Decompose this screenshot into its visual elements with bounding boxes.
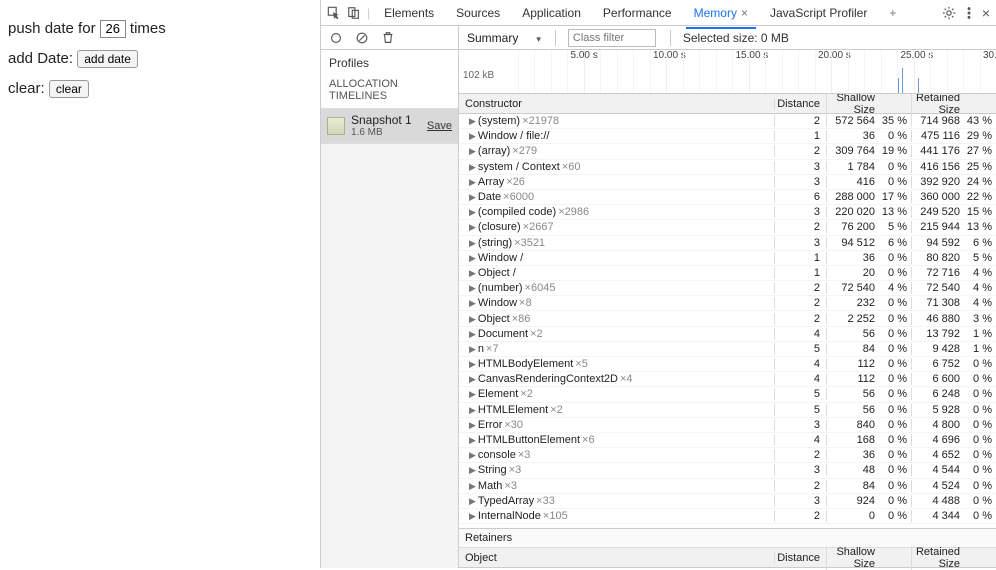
expand-icon[interactable]: ▶ bbox=[469, 374, 476, 384]
expand-icon[interactable]: ▶ bbox=[469, 314, 476, 324]
expand-icon[interactable]: ▶ bbox=[469, 131, 476, 141]
tab-performance[interactable]: Performance bbox=[595, 2, 680, 24]
expand-icon[interactable]: ▶ bbox=[469, 207, 476, 217]
retainers-col-shallow[interactable]: Shallow Size bbox=[826, 546, 911, 570]
tab-elements[interactable]: Elements bbox=[376, 2, 442, 24]
expand-icon[interactable]: ▶ bbox=[469, 465, 476, 475]
push-label-post: times bbox=[130, 20, 166, 37]
expand-icon[interactable]: ▶ bbox=[469, 268, 476, 278]
expand-icon[interactable]: ▶ bbox=[469, 298, 476, 308]
selected-size-label: Selected size: 0 MB bbox=[677, 31, 795, 45]
add-tab-button[interactable]: + bbox=[881, 2, 904, 24]
devtools-tabbar: | Elements Sources Application Performan… bbox=[321, 0, 996, 26]
table-row[interactable]: ▶Element×25560 %6 2480 % bbox=[459, 387, 996, 402]
expand-icon[interactable]: ▶ bbox=[469, 329, 476, 339]
table-row[interactable]: ▶Object /1200 %72 7164 % bbox=[459, 266, 996, 281]
gear-icon[interactable] bbox=[942, 6, 956, 20]
timeline-overview[interactable]: 102 kB 5.00 s10.00 s15.00 s20.00 s25.00 … bbox=[459, 50, 996, 94]
expand-icon[interactable]: ▶ bbox=[469, 481, 476, 491]
snapshot-item[interactable]: Snapshot 1 1.6 MB Save bbox=[321, 109, 458, 144]
expand-icon[interactable]: ▶ bbox=[469, 344, 476, 354]
add-date-button[interactable]: add date bbox=[77, 50, 138, 68]
expand-icon[interactable]: ▶ bbox=[469, 162, 476, 172]
snapshot-name: Snapshot 1 bbox=[351, 113, 427, 127]
summary-dropdown[interactable]: Summary bbox=[459, 31, 549, 45]
clear-button[interactable]: clear bbox=[49, 80, 89, 98]
more-icon[interactable] bbox=[962, 6, 976, 20]
expand-icon[interactable]: ▶ bbox=[469, 405, 476, 415]
col-distance[interactable]: Distance bbox=[774, 98, 826, 110]
table-row[interactable]: ▶system / Context×6031 7840 %416 15625 % bbox=[459, 160, 996, 175]
snapshot-thumb-icon bbox=[327, 117, 345, 135]
expand-icon[interactable]: ▶ bbox=[469, 238, 476, 248]
table-row[interactable]: ▶Math×32840 %4 5240 % bbox=[459, 479, 996, 494]
retainers-col-retained[interactable]: Retained Size bbox=[911, 546, 996, 570]
table-row[interactable]: ▶HTMLButtonElement×641680 %4 6960 % bbox=[459, 433, 996, 448]
expand-icon[interactable]: ▶ bbox=[469, 253, 476, 263]
class-filter-input[interactable] bbox=[568, 29, 656, 47]
table-row[interactable]: ▶String×33480 %4 5440 % bbox=[459, 463, 996, 478]
tab-jsprofiler[interactable]: JavaScript Profiler bbox=[762, 2, 875, 24]
table-row[interactable]: ▶Date×60006288 00017 %360 00022 % bbox=[459, 190, 996, 205]
clear-label: clear: bbox=[8, 80, 45, 97]
expand-icon[interactable]: ▶ bbox=[469, 192, 476, 202]
trash-icon[interactable] bbox=[381, 31, 395, 45]
table-row[interactable]: ▶Error×3038400 %4 8000 % bbox=[459, 418, 996, 433]
device-icon[interactable] bbox=[347, 6, 361, 20]
table-row[interactable]: ▶Window / file://1360 %475 11629 % bbox=[459, 129, 996, 144]
push-label-pre: push date for bbox=[8, 20, 96, 37]
retainers-col-object[interactable]: Object bbox=[459, 552, 774, 564]
expand-icon[interactable]: ▶ bbox=[469, 435, 476, 445]
table-row[interactable]: ▶Window /1360 %80 8205 % bbox=[459, 251, 996, 266]
expand-icon[interactable]: ▶ bbox=[469, 283, 476, 293]
tab-sources[interactable]: Sources bbox=[448, 2, 508, 24]
table-row[interactable]: ▶Array×2634160 %392 92024 % bbox=[459, 175, 996, 190]
table-row[interactable]: ▶Window×822320 %71 3084 % bbox=[459, 296, 996, 311]
table-row[interactable]: ▶InternalNode×105200 %4 3440 % bbox=[459, 509, 996, 524]
profiles-heading: Profiles bbox=[321, 50, 458, 74]
expand-icon[interactable]: ▶ bbox=[469, 359, 476, 369]
allocation-timelines-heading: ALLOCATION TIMELINES bbox=[321, 74, 458, 109]
expand-icon[interactable]: ▶ bbox=[469, 450, 476, 460]
expand-icon[interactable]: ▶ bbox=[469, 116, 476, 126]
expand-icon[interactable]: ▶ bbox=[469, 511, 476, 521]
add-date-label: add Date: bbox=[8, 50, 73, 67]
expand-icon[interactable]: ▶ bbox=[469, 496, 476, 506]
table-row[interactable]: ▶(string)×3521394 5126 %94 5926 % bbox=[459, 236, 996, 251]
table-row[interactable]: ▶(array)×2792309 76419 %441 17627 % bbox=[459, 144, 996, 159]
expand-icon[interactable]: ▶ bbox=[469, 420, 476, 430]
table-row[interactable]: ▶Object×8622 2520 %46 8803 % bbox=[459, 311, 996, 326]
expand-icon[interactable]: ▶ bbox=[469, 177, 476, 187]
expand-icon[interactable]: ▶ bbox=[469, 222, 476, 232]
table-row[interactable]: ▶Document×24560 %13 7921 % bbox=[459, 327, 996, 342]
col-shallow[interactable]: Shallow Size bbox=[826, 92, 911, 116]
table-row[interactable]: ▶(system)×219782572 56435 %714 96843 % bbox=[459, 114, 996, 129]
table-header: Constructor Distance Shallow Size Retain… bbox=[459, 94, 996, 114]
retainers-col-distance[interactable]: Distance bbox=[774, 552, 826, 564]
expand-icon[interactable]: ▶ bbox=[469, 146, 476, 156]
table-row[interactable]: ▶TypedArray×3339240 %4 4880 % bbox=[459, 494, 996, 509]
table-row[interactable]: ▶(number)×6045272 5404 %72 5404 % bbox=[459, 281, 996, 296]
table-row[interactable]: ▶console×32360 %4 6520 % bbox=[459, 448, 996, 463]
tab-application[interactable]: Application bbox=[514, 2, 589, 24]
record-icon[interactable] bbox=[329, 31, 343, 45]
tab-memory[interactable]: Memory× bbox=[686, 2, 756, 24]
table-row[interactable]: ▶CanvasRenderingContext2D×441120 %6 6000… bbox=[459, 372, 996, 387]
table-row[interactable]: ▶HTMLElement×25560 %5 9280 % bbox=[459, 403, 996, 418]
close-icon[interactable]: × bbox=[741, 6, 748, 20]
devtools-close-icon[interactable]: × bbox=[982, 5, 990, 21]
push-count-input[interactable] bbox=[100, 20, 126, 38]
snapshot-size: 1.6 MB bbox=[351, 127, 427, 139]
timeline-ylabel: 102 kB bbox=[463, 70, 494, 81]
snapshot-save-link[interactable]: Save bbox=[427, 120, 452, 132]
expand-icon[interactable]: ▶ bbox=[469, 389, 476, 399]
inspect-icon[interactable] bbox=[327, 6, 341, 20]
clear-icon[interactable] bbox=[355, 31, 369, 45]
table-row[interactable]: ▶(closure)×2667276 2005 %215 94413 % bbox=[459, 220, 996, 235]
col-retained[interactable]: Retained Size bbox=[911, 92, 996, 116]
col-constructor[interactable]: Constructor bbox=[459, 98, 774, 110]
table-row[interactable]: ▶(compiled code)×29863220 02013 %249 520… bbox=[459, 205, 996, 220]
table-row[interactable]: ▶HTMLBodyElement×541120 %6 7520 % bbox=[459, 357, 996, 372]
table-row[interactable]: ▶n×75840 %9 4281 % bbox=[459, 342, 996, 357]
